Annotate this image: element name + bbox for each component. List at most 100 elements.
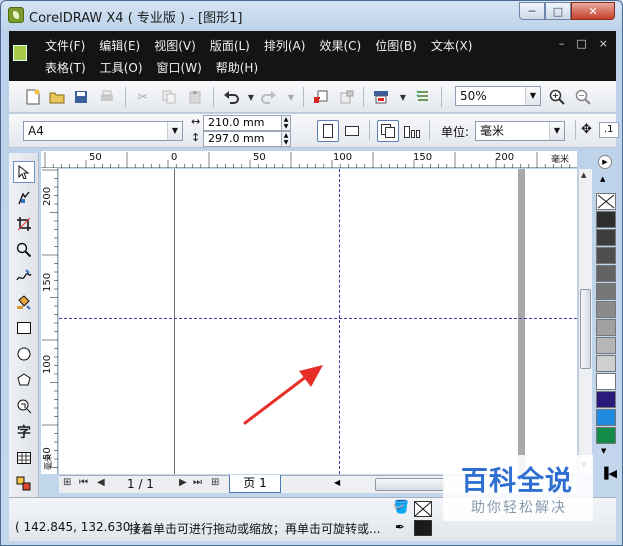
next-page-icon[interactable]: ▶ <box>179 477 187 488</box>
palette-swatch[interactable] <box>596 211 616 228</box>
doc-close-button[interactable]: × <box>599 37 608 50</box>
coreldraw-app-icon[interactable] <box>8 7 24 23</box>
palette-swatch[interactable] <box>596 337 616 354</box>
fill-color-swatch[interactable] <box>414 501 432 517</box>
print-icon[interactable] <box>97 87 117 107</box>
nudge-distance-field[interactable]: .1 m <box>599 122 619 138</box>
menu-table[interactable]: 表格(T) <box>45 59 86 76</box>
maximize-button[interactable]: □ <box>545 2 571 20</box>
menu-layout[interactable]: 版面(L) <box>210 37 250 54</box>
import-icon[interactable] <box>311 87 331 107</box>
palette-swatch[interactable] <box>596 301 616 318</box>
page-tab[interactable]: 页 1 <box>229 475 281 493</box>
unit-select[interactable]: 毫米 ▼ <box>475 121 565 141</box>
doc-restore-button[interactable]: □ <box>576 37 586 50</box>
zoom-tool-icon[interactable] <box>13 239 35 261</box>
vertical-ruler[interactable]: 200 150 100 50 毫米 <box>41 168 58 474</box>
pick-tool-icon[interactable] <box>13 161 35 183</box>
previous-page-icon[interactable]: ◀ <box>97 477 105 488</box>
crop-tool-icon[interactable] <box>13 213 35 235</box>
redo-icon[interactable] <box>259 87 279 107</box>
freehand-tool-icon[interactable] <box>13 265 35 287</box>
table-tool-icon[interactable] <box>13 447 35 469</box>
landscape-button[interactable] <box>341 120 363 142</box>
new-document-icon[interactable] <box>23 87 43 107</box>
document-icon[interactable] <box>13 45 27 61</box>
shape-tool-icon[interactable] <box>13 187 35 209</box>
palette-swatch[interactable] <box>596 229 616 246</box>
zoom-level-select[interactable]: 50% ▼ <box>455 86 541 106</box>
height-stepper[interactable]: ▲ ▼ <box>281 131 291 147</box>
scroll-left-icon[interactable]: ◀ <box>334 478 340 487</box>
minimize-button[interactable]: ─ <box>519 2 545 20</box>
current-page-button[interactable] <box>401 120 423 142</box>
menu-tools[interactable]: 工具(O) <box>100 59 143 76</box>
smart-fill-tool-icon[interactable] <box>13 291 35 313</box>
menu-view[interactable]: 视图(V) <box>154 37 196 54</box>
vertical-scrollbar[interactable]: ▲ ▼ <box>578 169 592 474</box>
save-icon[interactable] <box>71 87 91 107</box>
horizontal-ruler[interactable]: 50 0 50 100 150 200 毫米 <box>41 151 577 168</box>
last-page-icon[interactable]: ⏭ <box>193 477 202 488</box>
palette-swatch[interactable] <box>596 247 616 264</box>
cut-icon[interactable]: ✂ <box>133 87 153 107</box>
text-tool-icon[interactable]: 字 <box>13 421 35 443</box>
all-pages-button[interactable] <box>377 120 399 142</box>
vertical-scroll-thumb[interactable] <box>580 289 591 369</box>
menu-window[interactable]: 窗口(W) <box>157 59 202 76</box>
page-width-field[interactable]: 210.0 mm <box>203 115 283 131</box>
insert-page-before-icon[interactable]: ⊞ <box>63 477 71 488</box>
export-icon[interactable] <box>337 87 357 107</box>
horizontal-scroll-thumb[interactable] <box>375 478 445 491</box>
insert-page-after-icon[interactable]: ⊞ <box>211 477 219 488</box>
palette-swatch[interactable] <box>596 265 616 282</box>
palette-swatch[interactable] <box>596 391 616 408</box>
polygon-tool-icon[interactable] <box>13 369 35 391</box>
palette-swatch[interactable] <box>596 409 616 426</box>
menu-arrange[interactable]: 排列(A) <box>264 37 306 54</box>
palette-down-icon[interactable]: ▼ <box>601 447 606 455</box>
open-folder-icon[interactable] <box>47 87 67 107</box>
menu-edit[interactable]: 编辑(E) <box>99 37 140 54</box>
interactive-fill-tool-icon[interactable] <box>13 473 35 495</box>
welcome-screen-icon[interactable] <box>413 87 433 107</box>
vertical-guideline[interactable] <box>339 169 340 474</box>
palette-expand-icon[interactable]: ▐◀ <box>600 467 617 480</box>
zoom-out-icon[interactable] <box>573 87 593 107</box>
zoom-in-icon[interactable] <box>547 87 567 107</box>
menu-file[interactable]: 文件(F) <box>45 37 85 54</box>
menu-help[interactable]: 帮助(H) <box>216 59 258 76</box>
paper-size-select[interactable]: A4 ▼ <box>23 121 183 141</box>
copy-icon[interactable] <box>159 87 179 107</box>
palette-swatch[interactable] <box>596 319 616 336</box>
page-height-field[interactable]: 297.0 mm <box>203 131 283 147</box>
scroll-up-icon[interactable]: ▲ <box>581 171 586 179</box>
no-color-swatch[interactable] <box>596 193 616 210</box>
basic-shapes-tool-icon[interactable] <box>13 395 35 417</box>
outline-color-swatch[interactable] <box>414 520 432 536</box>
paste-icon[interactable] <box>185 87 205 107</box>
palette-swatch[interactable] <box>596 283 616 300</box>
portrait-button[interactable] <box>317 120 339 142</box>
width-stepper[interactable]: ▲ ▼ <box>281 115 291 131</box>
doc-minimize-button[interactable]: – <box>559 37 565 50</box>
palette-swatch[interactable] <box>596 427 616 444</box>
close-button[interactable]: ✕ <box>571 2 615 20</box>
palette-scroll-up-icon[interactable]: ▶ <box>598 155 612 169</box>
first-page-icon[interactable]: ⏮ <box>79 477 88 488</box>
undo-dropdown-icon[interactable]: ▼ <box>241 87 261 107</box>
menu-effects[interactable]: 效果(C) <box>319 37 361 54</box>
palette-up-icon[interactable]: ▲ <box>600 175 605 183</box>
menu-bitmaps[interactable]: 位图(B) <box>375 37 417 54</box>
rectangle-tool-icon[interactable] <box>13 317 35 339</box>
undo-icon[interactable] <box>221 87 241 107</box>
palette-swatch[interactable] <box>596 355 616 372</box>
redo-dropdown-icon[interactable]: ▼ <box>281 87 301 107</box>
horizontal-guideline[interactable] <box>59 318 577 319</box>
application-launcher-icon[interactable] <box>371 87 391 107</box>
drawing-canvas[interactable] <box>59 169 577 474</box>
menu-text[interactable]: 文本(X) <box>431 37 473 54</box>
ellipse-tool-icon[interactable] <box>13 343 35 365</box>
launcher-dropdown-icon[interactable]: ▼ <box>393 87 413 107</box>
palette-swatch[interactable] <box>596 373 616 390</box>
